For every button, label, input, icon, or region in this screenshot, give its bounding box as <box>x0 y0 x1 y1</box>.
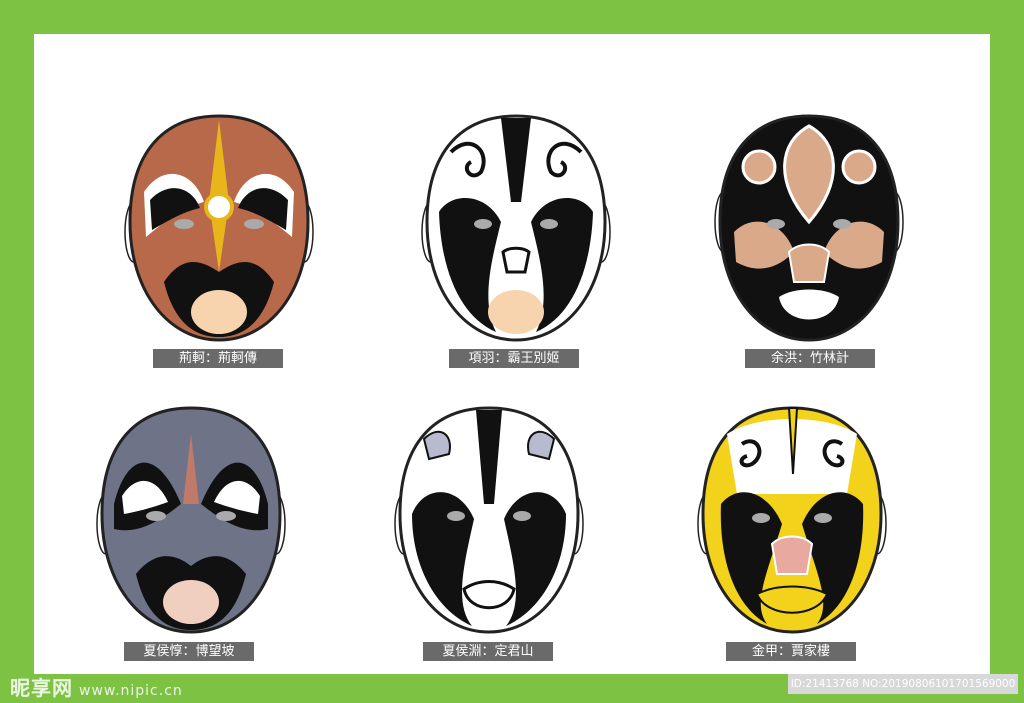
mask-caption: 夏侯淵：定君山 <box>423 642 553 661</box>
image-id-bar: ID:21413768 NO:20190806101701569000 <box>788 674 1018 694</box>
mask-caption: 項羽：霸王別姬 <box>449 349 579 368</box>
mask-caption: 夏侯惇：博望坡 <box>124 642 254 661</box>
mask-caption: 荊軻：荊軻傳 <box>153 349 283 368</box>
watermark: 昵享网 www.nipic.cn <box>10 672 183 701</box>
watermark-brand: 昵享网 <box>10 676 73 700</box>
watermark-url: www.nipic.cn <box>79 683 183 699</box>
mask-caption: 金甲：賈家樓 <box>726 642 856 661</box>
opera-mask-xiahoudun <box>96 404 286 636</box>
opera-mask-jinjia <box>697 404 887 636</box>
opera-mask-xiangyu <box>421 112 611 344</box>
opera-mask-yuhong <box>714 112 904 344</box>
opera-mask-xiahouyuan <box>394 404 584 636</box>
mask-caption: 余洪：竹林計 <box>745 349 875 368</box>
opera-mask-jingke <box>124 112 314 344</box>
